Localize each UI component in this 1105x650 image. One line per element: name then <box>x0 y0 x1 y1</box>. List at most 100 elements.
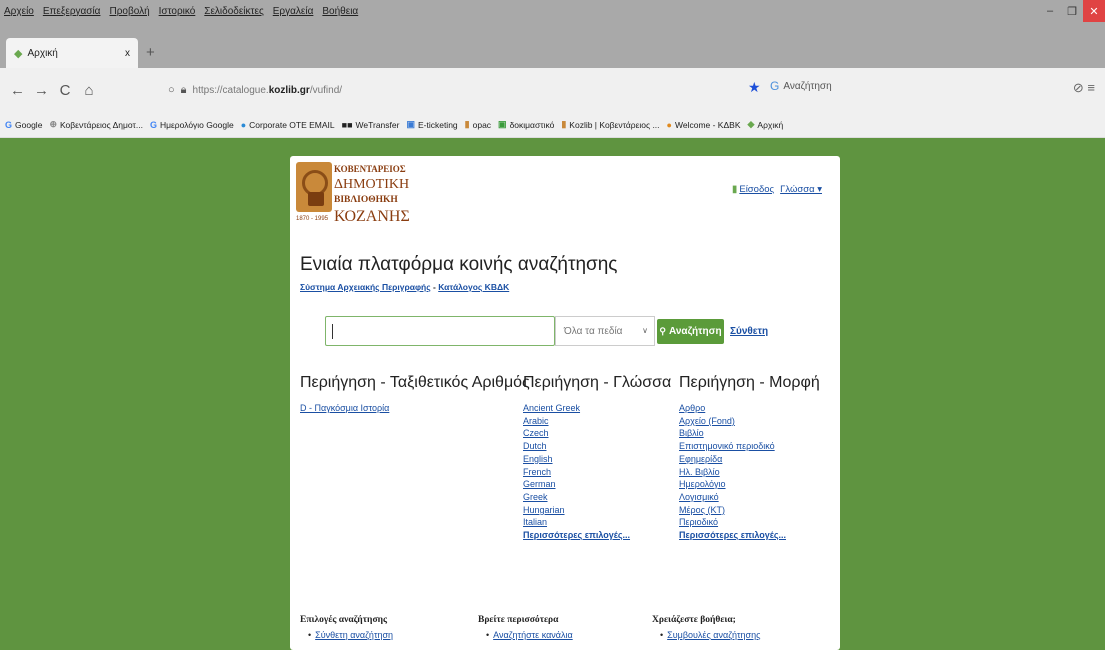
tab-home[interactable]: ◆ Αρχική x <box>6 38 138 68</box>
footer-item: • Συμβουλές αναζήτησης <box>660 630 761 640</box>
url-path: /vufind/ <box>309 84 343 96</box>
bookmark-ote-email[interactable]: ● Corporate OTE EMAIL <box>241 120 335 130</box>
menu-history[interactable]: Ιστορικό <box>159 6 196 17</box>
bookmark-wetransfer[interactable]: ■■ WeTransfer <box>342 120 400 130</box>
bookmark-google[interactable]: G Google <box>5 120 42 130</box>
ticket-icon: ▣ <box>406 119 415 129</box>
bookmark-star-icon[interactable]: ★ <box>748 79 761 96</box>
bookmark-kozlib[interactable]: ▮ Kozlib | Κοβεντάρειος ... <box>561 119 659 130</box>
menu-tools[interactable]: Εργαλεία <box>273 6 314 17</box>
back-icon[interactable]: ← <box>10 82 25 99</box>
search-icon: ⚲ <box>659 326 667 336</box>
search-tips-link[interactable]: Συμβουλές αναζήτησης <box>667 630 760 640</box>
footer-find-more-heading: Βρείτε περισσότερα <box>478 615 559 625</box>
page-title: Ενιαία πλατφόρμα κοινής αναζήτησης <box>300 254 618 275</box>
footer-search-options-heading: Επιλογές αναζήτησης <box>300 615 388 625</box>
archive-system-link[interactable]: Σύστημα Αρχειακής Περιγραφής <box>300 282 431 292</box>
bookmark-opac[interactable]: ▮ opac <box>465 119 491 130</box>
list-item[interactable]: Hungarian <box>523 504 630 517</box>
list-item[interactable]: French <box>523 466 630 479</box>
language-dropdown[interactable]: Γλώσσα ▾ <box>780 184 822 195</box>
list-item[interactable]: German <box>523 478 630 491</box>
list-item[interactable]: Dutch <box>523 440 630 453</box>
home-icon[interactable]: ⌂ <box>82 82 96 99</box>
minimize-button[interactable]: – <box>1039 0 1061 22</box>
more-languages-link[interactable]: Περισσότερες επιλογές... <box>523 529 630 542</box>
advanced-search-link[interactable]: Σύνθετη <box>730 326 768 337</box>
search-input[interactable] <box>325 316 555 346</box>
chevron-down-icon: ∨ <box>642 326 648 335</box>
library-icon: ▮ <box>561 119 567 129</box>
browser-search-box[interactable]: G Αναζήτηση <box>770 79 832 93</box>
advanced-search-footer-link[interactable]: Σύνθετη αναζήτηση <box>315 630 393 640</box>
list-item[interactable]: English <box>523 453 630 466</box>
close-window-button[interactable]: ✕ <box>1083 0 1105 22</box>
list-item[interactable]: Ημερολόγιο <box>679 478 786 491</box>
bookmark-test[interactable]: ▣ δοκιμαστικό <box>498 119 554 130</box>
pocket-icon[interactable]: ⊘ ≡ <box>1073 80 1095 96</box>
tab-close-icon[interactable]: x <box>125 48 130 59</box>
browse-format-list: Αρθρο Αρχείο (Fond) Βιβλίο Επιστημονικό … <box>679 402 786 542</box>
lock-icon: 🔒︎ <box>180 83 187 96</box>
address-bar[interactable]: ○ 🔒︎ https://catalogue. kozlib.gr/vufind/ <box>168 80 768 100</box>
channels-link[interactable]: Αναζητήστε κανάλια <box>493 630 573 640</box>
bookmark-eticketing[interactable]: ▣ E-ticketing <box>406 119 457 130</box>
tab-title: Αρχική <box>27 47 58 59</box>
library-icon: ▮ <box>464 119 470 129</box>
search-input-field[interactable] <box>326 317 554 345</box>
bookmarks-bar: G Google ⊕ Κοβεντάρειος Δημοτ... G Ημερολόγ… <box>0 112 1105 138</box>
new-tab-button[interactable]: + <box>146 44 155 61</box>
text-caret <box>332 324 333 339</box>
forward-icon[interactable]: → <box>34 82 49 99</box>
list-item[interactable]: Greek <box>523 491 630 504</box>
list-item[interactable]: Czech <box>523 427 630 440</box>
search-button-label: Αναζήτηση <box>669 326 722 337</box>
browse-language-heading: Περιήγηση - Γλώσσα <box>523 374 672 391</box>
google-search-icon: G <box>770 79 780 93</box>
list-item[interactable]: Επιστημονικό περιοδικό <box>679 440 786 453</box>
list-item[interactable]: Περιοδικό <box>679 516 786 529</box>
reload-icon[interactable]: C <box>58 82 72 99</box>
footer-help-heading: Χρειάζεστε βοήθεια; <box>652 615 736 625</box>
user-links: ▮ Είσοδος Γλώσσα ▾ <box>732 184 828 195</box>
bookmark-calendar[interactable]: G Ημερολόγιο Google <box>150 120 234 130</box>
menu-help[interactable]: Βοήθεια <box>322 6 358 17</box>
menu-edit[interactable]: Επεξεργασία <box>43 6 101 17</box>
more-formats-link[interactable]: Περισσότερες επιλογές... <box>679 529 786 542</box>
browse-format-heading: Περιήγηση - Μορφή <box>679 374 820 391</box>
search-button[interactable]: ⚲ Αναζήτηση <box>657 319 724 344</box>
list-item[interactable]: Λογισμικό <box>679 491 786 504</box>
browse-callnumber-list: D - Παγκόσμια Ιστορία <box>300 402 389 415</box>
navigation-bar: ← → C ⌂ ○ 🔒︎ https://catalogue. kozlib.gr… <box>0 68 1105 112</box>
list-item[interactable]: Arabic <box>523 415 630 428</box>
restore-button[interactable]: ❐ <box>1061 0 1083 22</box>
wetransfer-icon: ■■ <box>341 119 353 130</box>
menu-bookmarks[interactable]: Σελιδοδείκτες <box>204 6 263 17</box>
ote-icon: ● <box>240 119 247 130</box>
bookmark-home[interactable]: ◆ Αρχική <box>748 119 784 130</box>
list-item[interactable]: Εφημερίδα <box>679 453 786 466</box>
catalogue-link[interactable]: Κατάλογος ΚΒΔΚ <box>438 282 509 292</box>
footer-item: • Σύνθετη αναζήτηση <box>308 630 394 640</box>
menu-file[interactable]: Αρχείο <box>4 6 34 17</box>
list-item[interactable]: Μέρος (ΚΤ) <box>679 504 786 517</box>
list-item[interactable]: Αρχείο (Fond) <box>679 415 786 428</box>
menu-view[interactable]: Προβολή <box>109 6 149 17</box>
list-item[interactable]: Ancient Greek <box>523 402 630 415</box>
list-item[interactable]: Βιβλίο <box>679 427 786 440</box>
search-field-select[interactable]: Όλα τα πεδία ∨ <box>555 316 655 346</box>
bookmark-library[interactable]: ⊕ Κοβεντάρειος Δημοτ... <box>49 119 143 130</box>
bookmark-welcome[interactable]: ● Welcome - ΚΔΒΚ <box>667 120 741 130</box>
list-item[interactable]: Ηλ. Βιβλίο <box>679 466 786 479</box>
library-logo[interactable]: ΚΟΒΕΝΤΑΡΕΙΟΣ ΔΗΜΟΤΙΚΗ ΒΙΒΛΙΟΘΗΚΗ ΚΟΖΑΝΗΣ… <box>296 162 416 230</box>
login-link[interactable]: Είσοδος <box>739 184 774 195</box>
list-item[interactable]: D - Παγκόσμια Ιστορία <box>300 402 389 415</box>
list-item[interactable]: Αρθρο <box>679 402 786 415</box>
main-card: ΚΟΒΕΝΤΑΡΕΙΟΣ ΔΗΜΟΤΙΚΗ ΒΙΒΛΙΟΘΗΚΗ ΚΟΖΑΝΗΣ… <box>290 156 840 650</box>
logo-line-4: ΚΟΖΑΝΗΣ <box>334 208 410 225</box>
shield-icon: ○ <box>168 84 175 96</box>
footer-item: • Αναζητήστε κανάλια <box>486 630 573 640</box>
list-item[interactable]: Italian <box>523 516 630 529</box>
welcome-icon: ● <box>666 119 672 130</box>
menu-bar: Αρχείο Επεξεργασία Προβολή Ιστορικό Σελι… <box>0 0 1105 22</box>
